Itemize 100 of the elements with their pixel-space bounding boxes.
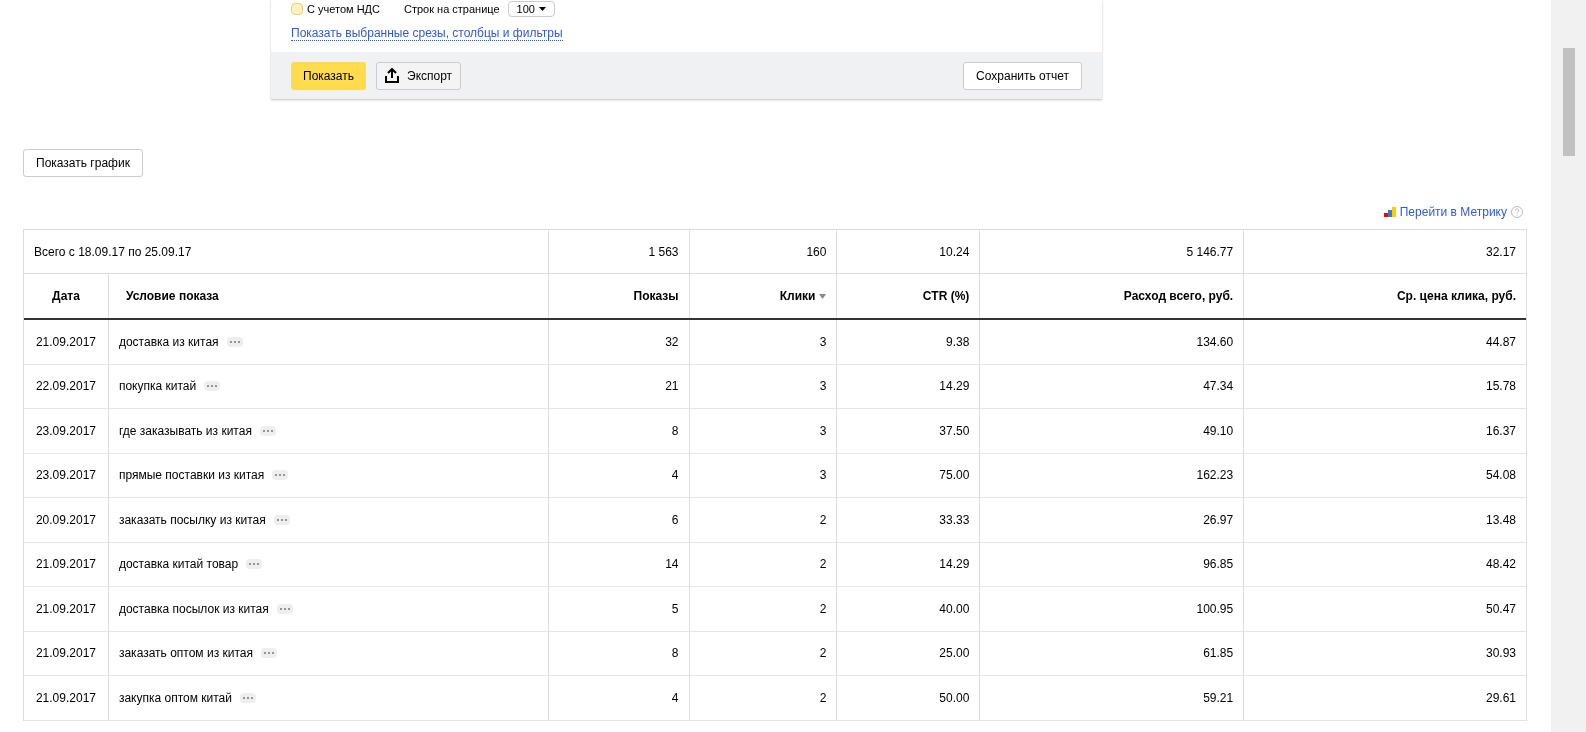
summary-cell: 5 146.77 (980, 230, 1245, 273)
more-icon[interactable] (240, 692, 256, 703)
table-cell: 3 (689, 364, 838, 408)
table-cell: 14.29 (837, 364, 981, 408)
table-cell: 50.00 (837, 676, 981, 720)
table-cell: 59.21 (980, 676, 1245, 720)
table-cell: 2 (689, 676, 838, 720)
condition-cell-text: заказать посылку из китая (118, 511, 266, 529)
table-cell-text: 30.93 (1484, 645, 1517, 663)
table-cell: 14.29 (837, 542, 981, 586)
column-header[interactable]: CTR (%) (837, 274, 981, 318)
date-cell: 21.09.2017 (24, 587, 109, 631)
bar-chart-icon (1383, 207, 1396, 217)
column-header[interactable]: Показы (548, 274, 690, 318)
column-header[interactable]: Ср. цена клика, руб. (1244, 274, 1526, 318)
table-cell: 4 (548, 453, 690, 497)
show-chart-button[interactable]: Показать график (23, 149, 143, 177)
table-cell: 47.34 (980, 364, 1245, 408)
table-cell: 8 (548, 409, 690, 453)
table-cell: 9.38 (837, 320, 981, 364)
summary-cell: 1 563 (548, 230, 690, 273)
more-icon[interactable] (273, 514, 290, 525)
metrika-link[interactable]: Перейти в Метрику (1399, 203, 1507, 221)
condition-cell-text: где заказывать из китая (118, 422, 252, 440)
date-cell: 21.09.2017 (24, 320, 109, 364)
rows-per-page-label: Строк на странице (404, 3, 500, 15)
table-cell: 96.85 (980, 542, 1245, 586)
table-cell: 2 (689, 631, 838, 675)
table-cell: 134.60 (980, 320, 1245, 364)
date-cell: 20.09.2017 (24, 498, 109, 542)
summary-label: Всего с 18.09.17 по 25.09.17 (24, 230, 549, 273)
table-cell: 61.85 (980, 631, 1245, 675)
column-header[interactable]: Условие показа (108, 274, 549, 318)
table-cell-text: 13.48 (1484, 511, 1517, 529)
column-header[interactable]: Расход всего, руб. (980, 274, 1245, 318)
vat-label: С учетом НДС (307, 3, 380, 15)
table-cell: 2 (689, 498, 838, 542)
date-cell: 23.09.2017 (24, 453, 109, 497)
date-cell: 21.09.2017 (24, 542, 109, 586)
help-icon[interactable] (1511, 206, 1523, 218)
table-cell: 25.00 (837, 631, 981, 675)
table-cell: 21 (548, 364, 690, 408)
summary-cell: 10.24 (837, 230, 981, 273)
condition-cell-text: доставка из китая (118, 333, 219, 351)
show-selected-link[interactable]: Показать выбранные срезы, столбцы и фильтры (291, 26, 563, 41)
table-cell: 5 (548, 587, 690, 631)
date-cell: 23.09.2017 (24, 409, 109, 453)
column-header[interactable]: Дата (24, 274, 109, 318)
table-cell: 100.95 (980, 587, 1245, 631)
table-cell-text: 50.47 (1484, 600, 1517, 618)
condition-cell-text: прямые поставки из китая (118, 467, 265, 485)
table-cell-text: 48.42 (1484, 556, 1517, 574)
table-cell-text: 15.78 (1484, 378, 1517, 396)
table-cell: 75.00 (837, 453, 981, 497)
summary-cell: 160 (689, 230, 838, 273)
summary-cell-text: 32.17 (1484, 243, 1517, 261)
table-cell: 3 (689, 320, 838, 364)
more-icon[interactable] (226, 336, 243, 347)
caret-icon (538, 7, 546, 11)
table-cell: 3 (689, 453, 838, 497)
more-icon[interactable] (204, 381, 221, 392)
date-cell: 22.09.2017 (24, 364, 109, 408)
table-cell: 8 (548, 631, 690, 675)
rows-per-page-select[interactable]: 100 (507, 1, 555, 17)
condition-cell-text: покупка китай (118, 378, 197, 396)
export-button[interactable]: Экспорт (376, 61, 462, 90)
condition-cell-text: закупка оптом китай (118, 689, 232, 707)
show-button[interactable]: Показать (291, 61, 366, 90)
more-icon[interactable] (246, 559, 263, 570)
table-cell: 32 (548, 320, 690, 364)
vat-checkbox[interactable] (291, 3, 303, 15)
date-cell: 21.09.2017 (24, 631, 109, 675)
more-icon[interactable] (272, 470, 289, 481)
condition-cell-text: доставка китай товар (118, 556, 239, 574)
table-cell: 162.23 (980, 453, 1245, 497)
condition-cell-text: заказать оптом из китая (118, 645, 253, 663)
table-cell: 49.10 (980, 409, 1245, 453)
date-cell: 21.09.2017 (24, 676, 109, 720)
table-cell: 37.50 (837, 409, 981, 453)
upload-icon (385, 68, 399, 83)
table-cell: 6 (548, 498, 690, 542)
sort-down-icon (819, 293, 827, 299)
more-icon[interactable] (261, 648, 277, 659)
table-cell: 4 (548, 676, 690, 720)
more-icon[interactable] (259, 425, 276, 436)
table-cell: 33.33 (837, 498, 981, 542)
column-header[interactable]: Клики (689, 274, 838, 318)
table-cell: 2 (689, 587, 838, 631)
table-cell: 3 (689, 409, 838, 453)
table-cell: 40.00 (837, 587, 981, 631)
table-cell: 2 (689, 542, 838, 586)
table-cell: 26.97 (980, 498, 1245, 542)
table-cell-text: 16.37 (1484, 422, 1517, 440)
table-cell-text: 54.08 (1484, 467, 1517, 485)
condition-cell-text: доставка посылок из китая (118, 600, 269, 618)
save-report-button[interactable]: Сохранить отчет (963, 61, 1082, 90)
table-cell: 14 (548, 542, 690, 586)
more-icon[interactable] (276, 603, 293, 614)
table-cell-text: 44.87 (1484, 333, 1517, 351)
table-cell-text: 29.61 (1484, 689, 1517, 707)
